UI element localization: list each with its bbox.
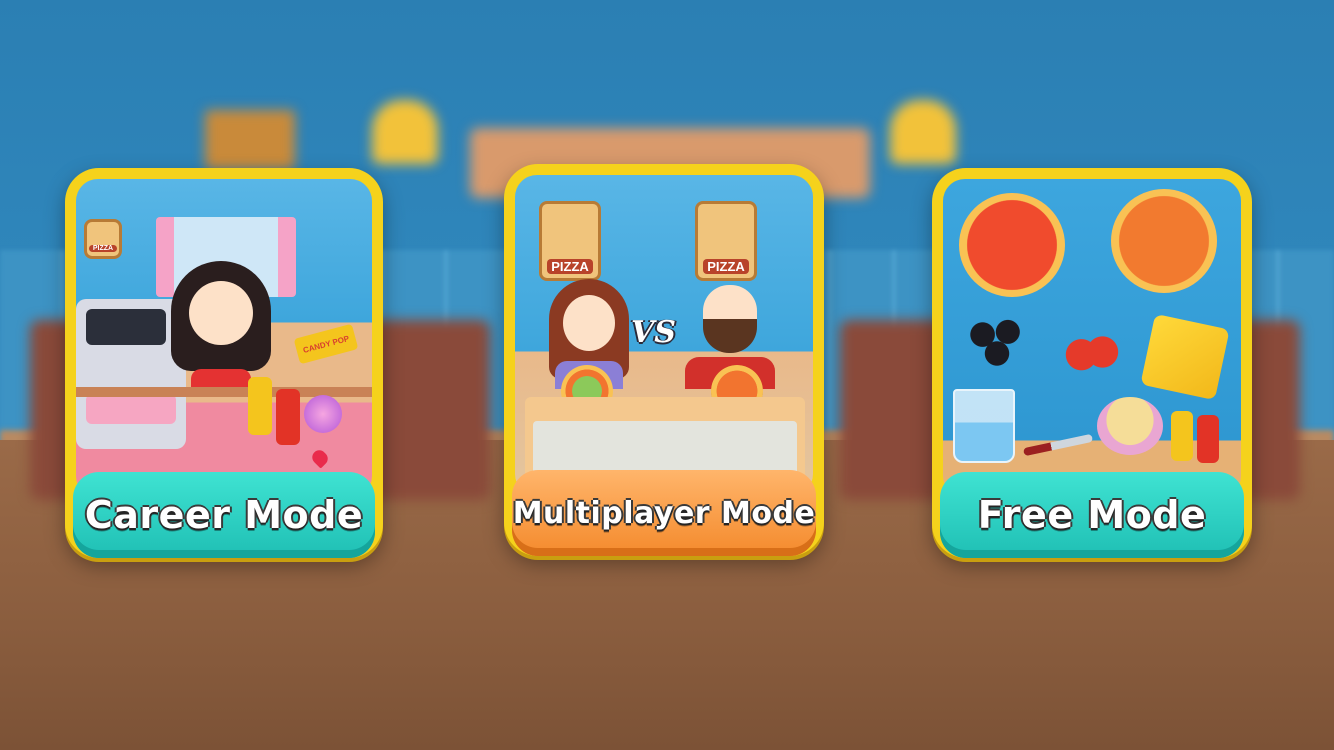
candy-pop-icon [304,395,342,433]
ketchup-bottle-icon [1197,415,1219,463]
career-pizza-sign-text: PIZZA [88,245,118,252]
cash-register-icon [76,299,186,449]
heart-icon [309,447,331,469]
multiplayer-pizza-sign-right-text: PIZZA [703,259,749,274]
career-mode-card[interactable]: PIZZA CANDY POP Career Mode [65,168,383,558]
career-mode-button[interactable]: Career Mode [73,472,375,558]
strawberries-icon [1059,325,1123,379]
free-mode-label: Free Mode [977,493,1207,537]
knife-icon [1022,433,1094,457]
mustard-bottle-icon [248,377,272,435]
olives-icon [961,313,1033,367]
multiplayer-pizza-sign-left-text: PIZZA [547,259,593,274]
free-mode-card[interactable]: Free Mode [932,168,1252,558]
multiplayer-mode-card[interactable]: PIZZA PIZZA VS Multiplayer Mode [504,164,824,556]
mustard-bottle-icon [1171,411,1193,461]
pineapple-chunks-icon [1140,313,1230,401]
multiplayer-mode-button[interactable]: Multiplayer Mode [512,470,816,556]
career-mode-scene: PIZZA CANDY POP [76,179,372,498]
measuring-cup-icon [953,389,1015,463]
background-lamp-right [890,100,956,164]
background-lamp-left [372,100,438,164]
free-mode-button[interactable]: Free Mode [940,472,1244,558]
sauce-pizza-icon [1111,189,1217,293]
ketchup-bottle-icon [276,389,300,445]
versus-text: VS [631,315,676,350]
whisk-bowl-icon [1097,397,1163,455]
multiplayer-mode-label: Multiplayer Mode [512,495,816,531]
multiplayer-mode-scene: PIZZA PIZZA VS [515,175,813,496]
multiplayer-pizza-sign-left: PIZZA [539,201,601,281]
career-pizza-sign: PIZZA [84,219,122,259]
candy-pop-sign-text: CANDY POP [301,333,351,355]
multiplayer-pizza-sign-right: PIZZA [695,201,757,281]
career-mode-label: Career Mode [84,493,364,537]
background-picture-frame [205,110,295,170]
pepperoni-pizza-icon [959,193,1065,297]
candy-pop-sign: CANDY POP [293,323,359,365]
free-mode-scene [943,179,1241,498]
girl-character [171,261,271,393]
